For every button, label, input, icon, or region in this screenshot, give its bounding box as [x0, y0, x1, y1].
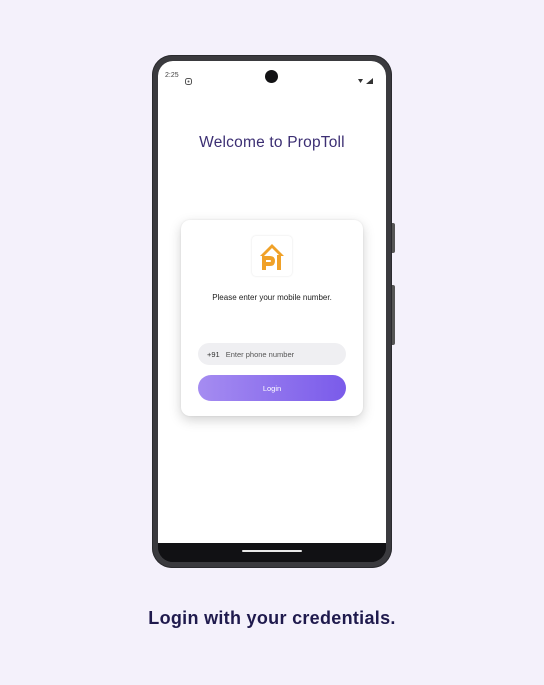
status-bar: 2:25 [158, 61, 386, 85]
power-button [392, 285, 395, 345]
navigation-bar [158, 543, 386, 562]
proptoll-logo-icon [252, 236, 292, 276]
welcome-title: Welcome to PropToll [199, 134, 345, 151]
phone-bezel: 2:25 Welcome to PropToll Please enter yo… [158, 61, 386, 562]
login-button[interactable]: Login [198, 375, 346, 401]
front-camera [265, 70, 278, 83]
country-code[interactable]: +91 [207, 350, 220, 359]
status-time: 2:25 [165, 72, 179, 79]
phone-frame: 2:25 Welcome to PropToll Please enter yo… [152, 55, 395, 568]
signal-wifi-icon [356, 72, 376, 84]
prompt-text: Please enter your mobile number. [212, 293, 332, 302]
phone-input-placeholder[interactable]: Enter phone number [226, 350, 294, 359]
sim-icon [185, 72, 192, 85]
login-card: Please enter your mobile number. +91 Ent… [181, 220, 363, 416]
app-screen: 2:25 Welcome to PropToll Please enter yo… [158, 61, 386, 543]
phone-number-field[interactable]: +91 Enter phone number [198, 343, 346, 365]
promo-page: 2:25 Welcome to PropToll Please enter yo… [0, 0, 544, 685]
caption-text: Login with your credentials. [148, 608, 396, 628]
home-indicator[interactable] [242, 550, 302, 552]
volume-button [392, 223, 395, 253]
